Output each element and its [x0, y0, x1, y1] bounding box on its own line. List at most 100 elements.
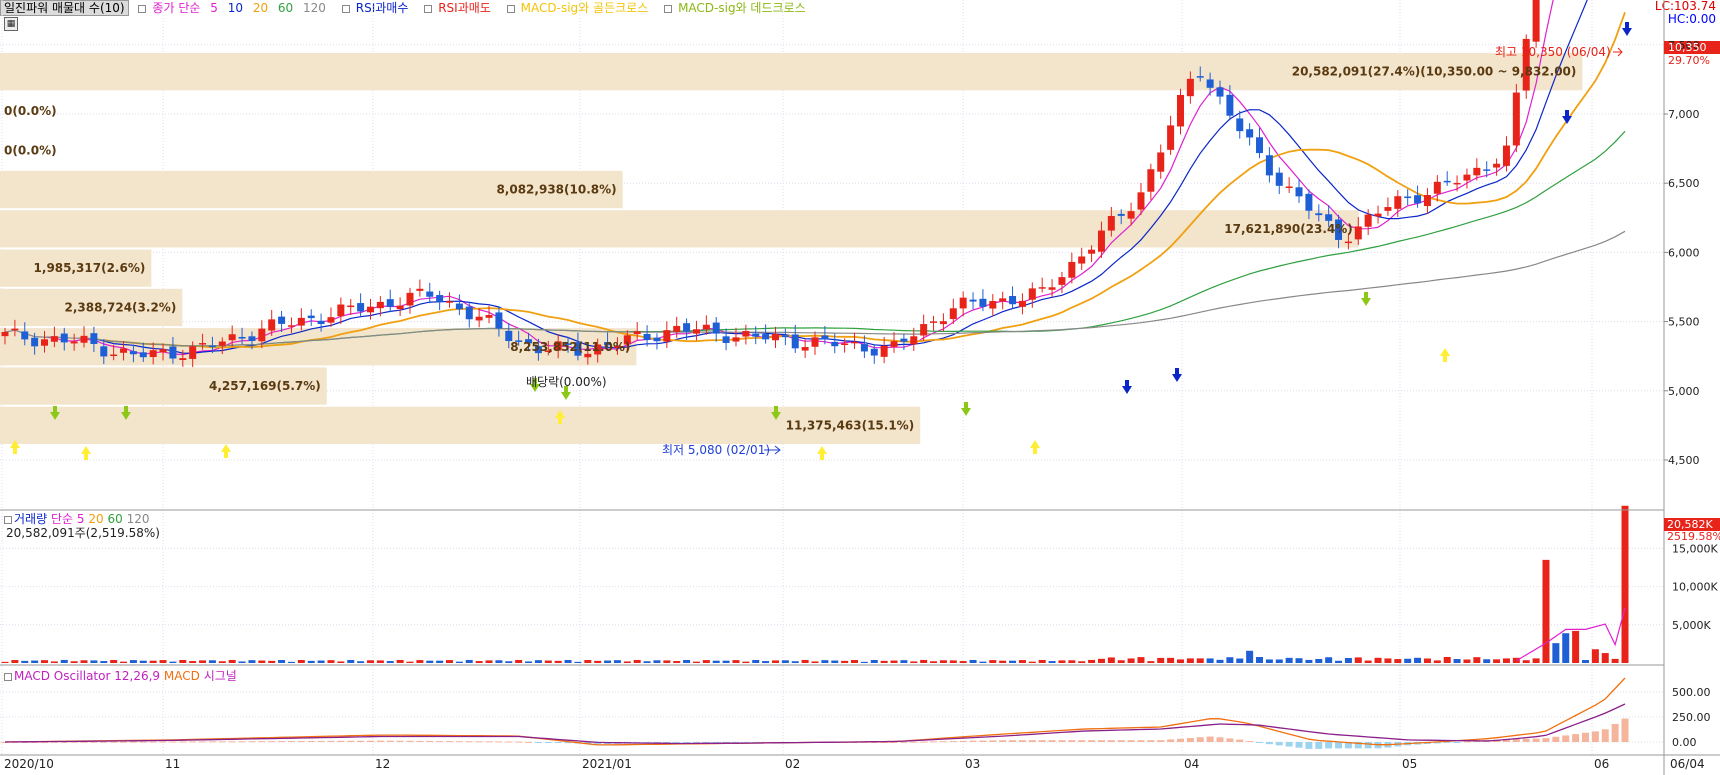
- macd-oscillator-bar: [1117, 740, 1125, 742]
- candle-body: [169, 346, 177, 359]
- volume-bar: [1, 661, 9, 663]
- volume-bar: [376, 660, 384, 663]
- candle-body: [1137, 192, 1145, 210]
- candle-body: [1532, 0, 1540, 42]
- volume-bar: [534, 660, 542, 663]
- volume-current-pct: 2519.58%: [1667, 530, 1720, 543]
- volume-bar: [347, 659, 355, 663]
- candle-body: [376, 301, 384, 309]
- candle-body: [712, 322, 720, 334]
- candle-body: [979, 298, 987, 307]
- legend-square-icon: [4, 515, 12, 524]
- volume-bar: [1068, 660, 1076, 663]
- volume-bar: [544, 660, 552, 663]
- macd-oscillator-bar: [238, 741, 246, 743]
- volume-bar: [248, 660, 256, 663]
- volume-profile-label: 2,388,724(3.2%): [64, 300, 176, 314]
- volume-bar: [683, 659, 691, 663]
- candle-body: [80, 335, 88, 343]
- candle-body: [258, 328, 266, 342]
- volume-bar: [851, 660, 859, 663]
- volume-bar: [11, 660, 19, 663]
- macd-oscillator-bar: [485, 741, 493, 743]
- candle-body: [1157, 152, 1165, 172]
- candle-body: [21, 331, 29, 340]
- volume-bar: [673, 661, 681, 663]
- macd-oscillator-bar: [455, 741, 463, 743]
- macd-oscillator-bar: [1325, 742, 1333, 749]
- macd-oscillator-bar: [1018, 740, 1026, 742]
- candle-body: [791, 334, 799, 349]
- macd-oscillator-bar: [179, 741, 187, 743]
- candle-body: [1167, 125, 1175, 150]
- candle-body: [880, 345, 888, 357]
- candle-body: [1, 331, 9, 337]
- macd-oscillator-bar: [268, 741, 276, 743]
- volume-bar: [1236, 658, 1244, 663]
- macd-oscillator-bar: [1048, 740, 1056, 742]
- volume-bar: [1127, 658, 1135, 663]
- macd-oscillator-bar: [1097, 740, 1105, 742]
- macd-oscillator-bar: [1256, 742, 1264, 743]
- volume-bar: [1552, 643, 1560, 663]
- candle-body: [41, 339, 49, 346]
- volume-bar: [169, 661, 177, 663]
- candle-body: [90, 333, 98, 344]
- volume-bar: [1009, 660, 1017, 663]
- macd-oscillator-bar: [1196, 737, 1204, 742]
- macd-oscillator-bar: [436, 741, 444, 743]
- volume-bar: [1167, 657, 1175, 663]
- candle-body: [1394, 196, 1402, 209]
- macd-oscillator-bar: [110, 741, 118, 743]
- volume-profile-label: 17,621,890(23.4%): [1224, 222, 1353, 236]
- candle-body: [831, 341, 839, 347]
- macd-oscillator-bar: [199, 741, 207, 743]
- volume-bar: [623, 661, 631, 663]
- macd-oscillator-bar: [1285, 742, 1293, 747]
- candle-body: [989, 301, 997, 309]
- candle-body: [1216, 87, 1224, 97]
- macd-oscillator-bar: [969, 740, 977, 742]
- volume-bar: [80, 660, 88, 663]
- macd-oscillator-bar: [1522, 738, 1530, 742]
- macd-oscillator-bar: [357, 740, 365, 742]
- volume-bar: [1137, 657, 1145, 663]
- macd-oscillator-bar: [900, 741, 908, 743]
- volume-bar: [1038, 659, 1046, 663]
- volume-bar: [218, 661, 226, 663]
- candle-body: [1463, 174, 1471, 181]
- volume-bar: [50, 661, 58, 663]
- volume-bar: [712, 660, 720, 663]
- volume-bar: [475, 661, 483, 663]
- macd-oscillator-bar: [406, 740, 414, 742]
- macd-signal-legend: 시그널: [203, 669, 237, 683]
- stock-chart-canvas[interactable]: 2020/1011122021/01020304050606/0410,5001…: [0, 0, 1720, 775]
- candle-body: [1048, 287, 1056, 290]
- macd-oscillator-bar: [1226, 738, 1234, 742]
- candle-body: [416, 288, 424, 291]
- volume-bar: [594, 660, 602, 663]
- candle-body: [1374, 213, 1382, 217]
- macd-oscillator-bar: [544, 742, 552, 743]
- macd-oscillator-bar: [475, 741, 483, 743]
- volume-bar: [1226, 657, 1234, 663]
- candle-body: [1325, 214, 1333, 221]
- candle-body: [228, 334, 236, 341]
- candle-body: [436, 295, 444, 302]
- candle-body: [1285, 186, 1293, 188]
- macd-oscillator-bar: [337, 740, 345, 742]
- candle-body: [1483, 169, 1491, 171]
- candle-body: [337, 304, 345, 317]
- candle-body: [1443, 180, 1451, 183]
- volume-bar: [771, 660, 779, 663]
- candle-body: [120, 348, 128, 353]
- high-pointer-icon: [1613, 47, 1623, 57]
- volume-bar: [633, 659, 641, 663]
- candle-body: [1038, 287, 1046, 289]
- volume-bar: [515, 659, 523, 663]
- macd-oscillator-bar: [1463, 741, 1471, 743]
- candle-body: [1009, 296, 1017, 305]
- volume-bar: [1463, 659, 1471, 663]
- candle-body: [1028, 288, 1036, 300]
- macd-osc-legend[interactable]: MACD Oscillator 12,26,9: [14, 669, 160, 683]
